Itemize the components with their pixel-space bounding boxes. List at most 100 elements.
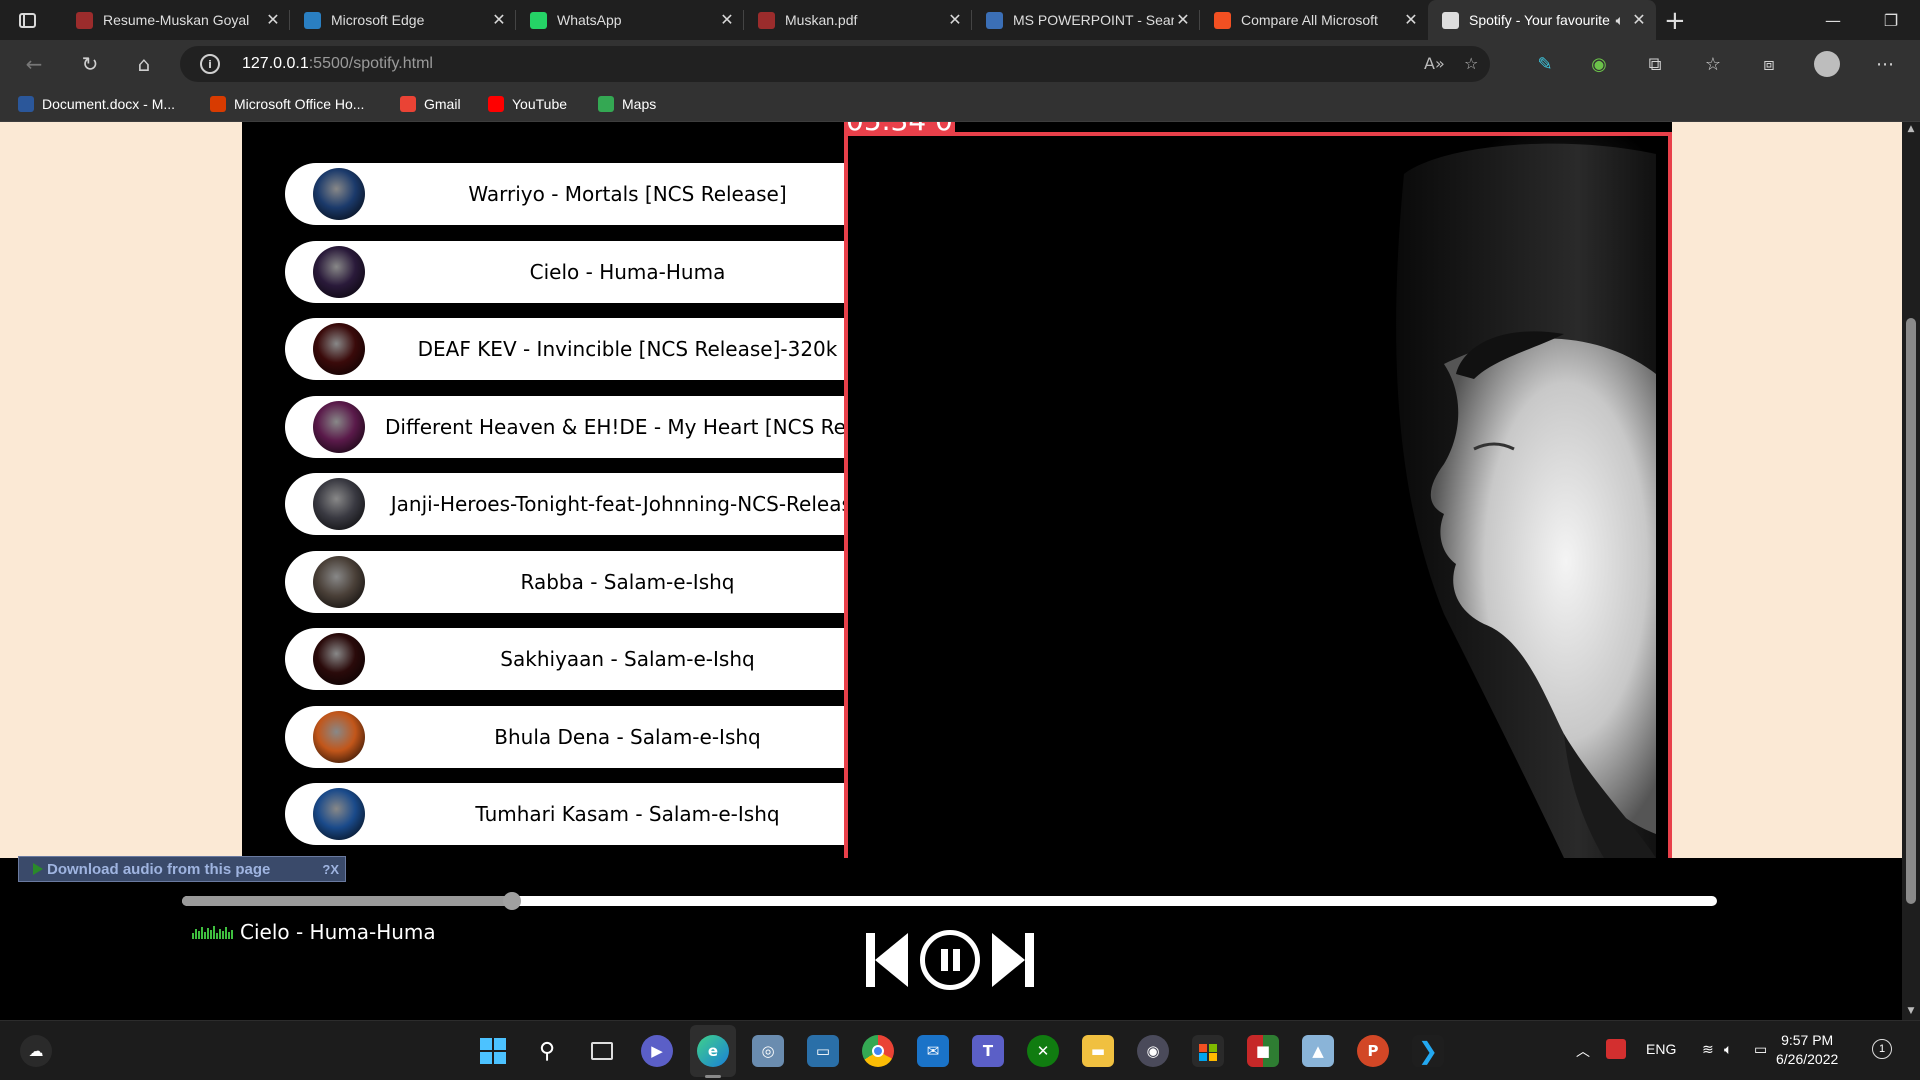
extensions-icon[interactable]: ⧉ [1642,52,1668,76]
selection-overlay-label: 05.34 0 [844,122,955,136]
song-cover-image [313,168,365,220]
mail-icon[interactable]: ✉ [917,1035,949,1067]
tab-close-icon[interactable]: ✕ [946,10,964,30]
battery-icon[interactable]: ▭ [1754,1041,1767,1058]
tab-title: Resume-Muskan Goyal [103,12,250,28]
tab-audio-icon[interactable]: 🔈︎ [1616,12,1624,29]
tab-close-icon[interactable]: ✕ [1402,10,1420,30]
read-aloud-icon[interactable]: A» [1424,54,1445,73]
scroll-down-icon[interactable]: ▼ [1906,1006,1916,1016]
favorite-label: YouTube [512,96,568,112]
minimize-button[interactable]: — [1804,0,1862,40]
search-icon [986,11,1003,29]
scroll-up-icon[interactable]: ▲ [1906,124,1916,134]
system-clock[interactable]: 9:57 PM 6/26/2022 [1776,1031,1838,1069]
progress-fill [182,896,513,906]
chat-icon[interactable]: ▶ [641,1035,673,1067]
tab-close-icon[interactable]: ✕ [264,10,282,30]
download-bar-close-icon[interactable]: ?X [322,862,339,877]
song-cover-image [313,710,365,763]
favorite-link[interactable]: Maps [598,96,656,112]
song-title: Janji-Heroes-Tonight-feat-Johnning-NCS-R… [390,492,865,516]
add-favorite-icon[interactable]: ☆ [1464,54,1478,73]
page-background-left [0,122,242,858]
tab-title: Compare All Microsoft [1241,12,1378,28]
tab-actions-button[interactable] [14,8,40,32]
new-tab-button[interactable]: + [1664,6,1686,36]
progress-bar[interactable] [182,892,1717,910]
favorite-link[interactable]: YouTube [488,96,567,112]
playback-controls [866,930,1034,990]
language-indicator[interactable]: ENG [1646,1041,1676,1057]
camera-icon[interactable]: ◉ [1137,1035,1169,1067]
volume-icon[interactable]: 🔈︎ [1724,1041,1732,1058]
xbox-icon[interactable]: ✕ [1027,1035,1059,1067]
app-icon[interactable]: ■ [1247,1035,1279,1067]
show-hidden-icons-chevron[interactable]: ︿ [1576,1041,1590,1061]
edge-taskbar-icon[interactable]: e [697,1035,729,1067]
notification-badge[interactable]: 1 [1872,1039,1892,1059]
tab-close-icon[interactable]: ✕ [718,10,736,30]
browser-tab[interactable]: MS POWERPOINT - Search ✕ [972,0,1200,40]
browser-tab[interactable]: Resume-Muskan Goyal ✕ [62,0,290,40]
pdf-icon [76,11,93,29]
extension-2-icon[interactable]: ◉ [1586,52,1612,76]
browser-tab[interactable]: Spotify - Your favourite 🔈︎ ✕ [1428,0,1656,40]
profile-avatar[interactable] [1814,51,1840,77]
refresh-button[interactable]: ↻ [76,50,104,78]
browser-tab[interactable]: Muskan.pdf ✕ [744,0,972,40]
photos-icon[interactable]: ◎ [752,1035,784,1067]
progress-knob[interactable] [503,892,522,910]
start-button[interactable] [477,1035,509,1067]
download-audio-bar[interactable]: Download audio from this page ?X [18,856,346,882]
pause-button[interactable] [920,930,980,990]
powerpoint-icon[interactable]: P [1357,1035,1389,1067]
settings-more-icon[interactable]: ⋯ [1872,52,1898,76]
navigation-bar: ← ↻ ⌂ i 127.0.0.1:5500/spotify.html A» ☆… [0,40,1920,88]
url-text: 127.0.0.1:5500/spotify.html [242,55,433,73]
remote-desktop-icon[interactable]: ▭ [807,1035,839,1067]
address-bar[interactable]: i 127.0.0.1:5500/spotify.html A» ☆ [180,46,1490,82]
collections-icon[interactable]: ⧈ [1756,52,1782,76]
vscode-icon[interactable]: ❯ [1412,1035,1444,1067]
song-cover-image [313,788,365,840]
back-button[interactable]: ← [20,50,48,78]
word-icon [18,96,34,112]
file-explorer-icon[interactable]: ▬ [1082,1035,1114,1067]
favorites-icon[interactable]: ☆ [1700,52,1726,76]
tab-close-icon[interactable]: ✕ [1630,10,1648,30]
youtube-icon [488,96,504,112]
scrollbar-thumb[interactable] [1906,318,1916,904]
favorite-label: Gmail [424,96,461,112]
vertical-scrollbar[interactable]: ▲ ▼ [1902,122,1920,1020]
extension-icon[interactable]: ✎ [1532,52,1558,76]
weather-icon[interactable]: ☁ [20,1035,52,1067]
tray-app-icon[interactable] [1606,1039,1626,1059]
previous-button[interactable] [866,933,908,987]
page-viewport: Warriyo - Mortals [NCS Release]05:34Ciel… [0,122,1902,1020]
task-view-icon[interactable] [586,1035,618,1067]
browser-tab[interactable]: WhatsApp ✕ [516,0,744,40]
download-play-icon [33,863,43,875]
song-cover-image [313,323,365,375]
browser-tab[interactable]: Microsoft Edge ✕ [290,0,516,40]
edge-running-indicator [705,1075,721,1078]
tab-close-icon[interactable]: ✕ [490,10,508,30]
browser-tab[interactable]: Compare All Microsoft ✕ [1200,0,1428,40]
tab-close-icon[interactable]: ✕ [1174,10,1192,30]
teams-icon[interactable]: T [972,1035,1004,1067]
home-button[interactable]: ⌂ [130,50,158,78]
chrome-icon[interactable] [862,1035,894,1067]
store-icon[interactable] [1192,1035,1224,1067]
site-info-icon[interactable]: i [200,54,220,74]
tab-title: Muskan.pdf [785,12,858,28]
paint-icon[interactable]: ▲ [1302,1035,1334,1067]
wifi-icon[interactable]: ≋ [1702,1041,1714,1058]
next-button[interactable] [992,933,1034,987]
search-icon[interactable]: ⚲ [531,1035,563,1067]
restore-button[interactable]: ❐ [1862,0,1920,40]
favorite-link[interactable]: Microsoft Office Ho... [210,96,364,112]
favorite-link[interactable]: Gmail [400,96,461,112]
favorite-link[interactable]: Document.docx - M... [18,96,175,112]
tab-actions-icon [18,12,36,28]
